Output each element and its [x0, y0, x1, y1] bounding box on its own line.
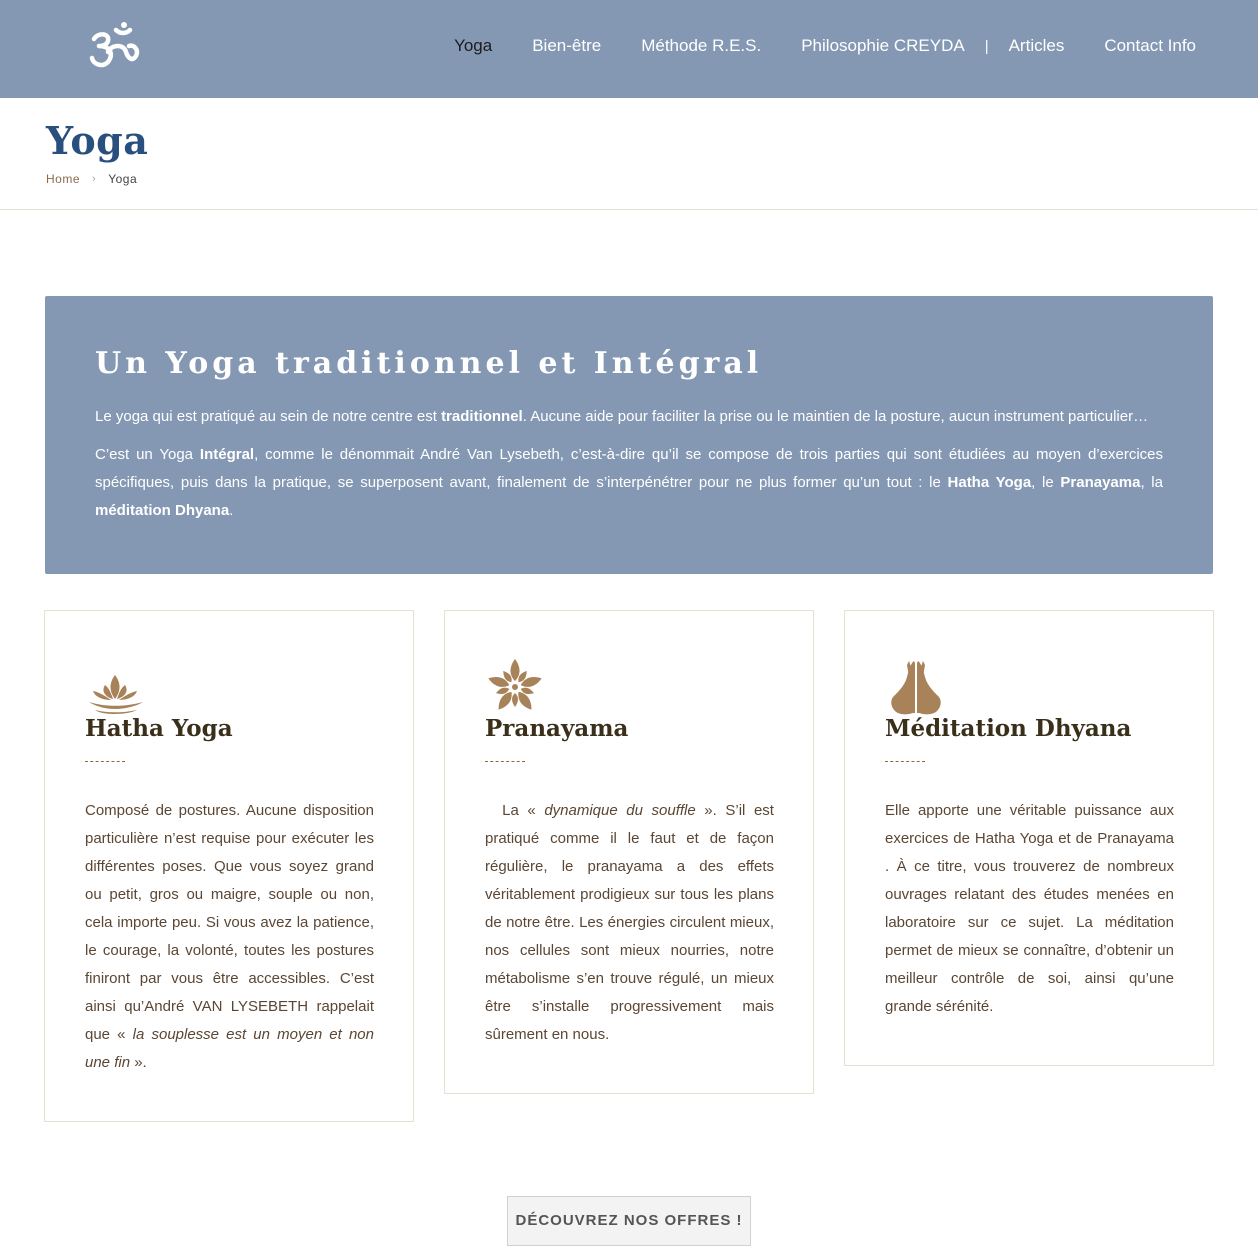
- intro-paragraph-2: C’est un Yoga Intégral, comme le dénomma…: [95, 441, 1163, 525]
- nav-item-bien-etre[interactable]: Bien-être: [532, 36, 601, 56]
- card-divider: [485, 761, 525, 762]
- nav-item-contact-info[interactable]: Contact Info: [1104, 36, 1196, 56]
- lotus-icon: [85, 655, 147, 717]
- card-title: Pranayama: [485, 715, 629, 742]
- intro-p1-text-end: . Aucune aide pour faciliter la prise ou…: [522, 408, 1149, 425]
- card-text-part: ».: [130, 1054, 147, 1071]
- intro-p2-text-end: .: [229, 502, 234, 519]
- intro-p2-text: , le: [1031, 474, 1061, 491]
- card-text-part: Composé de postures. Aucune disposition …: [85, 802, 374, 1043]
- om-symbol-icon[interactable]: [88, 22, 140, 72]
- main-nav: Yoga Bien-être Méthode R.E.S. Philosophi…: [414, 36, 1196, 56]
- card-title: Hatha Yoga: [85, 715, 233, 742]
- intro-p2-text: C’est un Yoga: [95, 446, 200, 463]
- intro-p1-text: Le yoga qui est pratiqué au sein de notr…: [95, 408, 442, 425]
- intro-p2-bold-meditation: méditation Dhyana: [95, 502, 230, 519]
- card-divider: [885, 761, 925, 762]
- nav-item-yoga[interactable]: Yoga: [454, 36, 492, 56]
- breadcrumb-home-link[interactable]: Home: [46, 172, 80, 186]
- card-divider: [85, 761, 125, 762]
- card-text-part: ». S’il est pratiqué comme il le faut et…: [485, 802, 774, 1043]
- intro-p2-bold-integral: Intégral: [199, 446, 255, 463]
- card-pranayama: Pranayama La « dynamique du souffle ». S…: [444, 610, 814, 1094]
- nav-item-methode-res[interactable]: Méthode R.E.S.: [641, 36, 761, 56]
- card-text-part: La «: [485, 802, 545, 819]
- card-text: Elle apporte une véritable puissance aux…: [885, 797, 1174, 1021]
- intro-paragraph-1: Le yoga qui est pratiqué au sein de notr…: [95, 403, 1163, 431]
- card-text: La « dynamique du souffle ». S’il est pr…: [485, 797, 774, 1049]
- intro-p1-bold: traditionnel: [441, 408, 523, 425]
- intro-p2-text: , la: [1140, 474, 1163, 491]
- intro-p2-bold-pranayama: Pranayama: [1060, 474, 1141, 491]
- breadcrumb-separator: ›: [92, 173, 97, 185]
- praying-hands-icon: [885, 655, 947, 717]
- discover-offers-button[interactable]: DÉCOUVREZ NOS OFFRES !: [507, 1196, 751, 1246]
- page-title: Yoga: [46, 118, 149, 163]
- intro-banner: Un Yoga traditionnel et Intégral Le yoga…: [45, 296, 1213, 574]
- card-text-part: Elle apporte une véritable puissance aux…: [885, 802, 1174, 1015]
- intro-title: Un Yoga traditionnel et Intégral: [95, 346, 763, 381]
- intro-p2-bold-hatha: Hatha Yoga: [947, 474, 1032, 491]
- breadcrumb-current: Yoga: [108, 172, 138, 186]
- site-header: Yoga Bien-être Méthode R.E.S. Philosophi…: [0, 0, 1258, 98]
- card-title: Méditation Dhyana: [885, 715, 1132, 742]
- card-text-italic: dynamique du souffle: [544, 802, 696, 819]
- card-text: Composé de postures. Aucune disposition …: [85, 797, 374, 1077]
- flower-icon: [485, 655, 547, 717]
- card-hatha-yoga: Hatha Yoga Composé de postures. Aucune d…: [44, 610, 414, 1122]
- nav-item-philosophie-creyda[interactable]: Philosophie CREYDA: [801, 36, 964, 56]
- nav-item-articles[interactable]: Articles: [1009, 36, 1065, 56]
- page-title-area: Yoga Home › Yoga: [0, 98, 1258, 210]
- breadcrumb: Home › Yoga: [46, 172, 137, 186]
- nav-separator: |: [984, 37, 989, 55]
- card-meditation-dhyana: Méditation Dhyana Elle apporte une vérit…: [844, 610, 1214, 1066]
